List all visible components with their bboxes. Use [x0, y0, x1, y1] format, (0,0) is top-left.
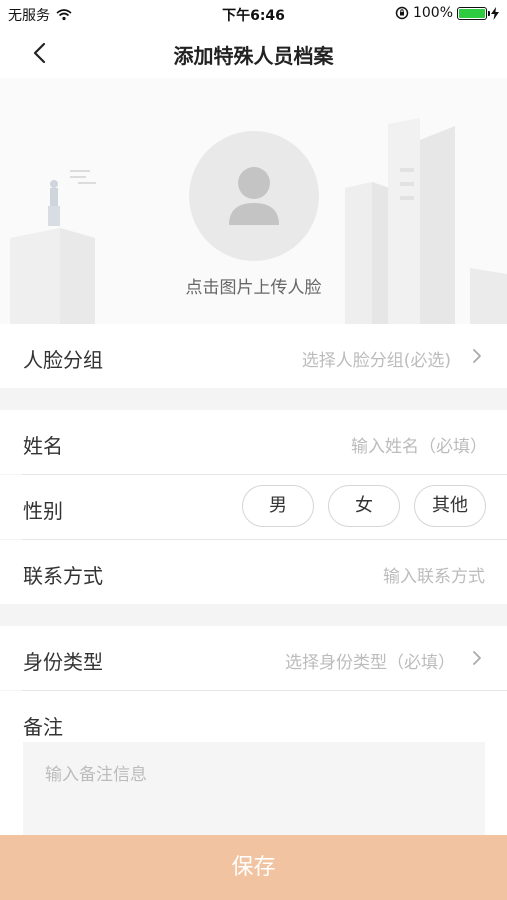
face-upload-area[interactable]: 点击图片上传人脸: [0, 78, 507, 324]
face-group-row[interactable]: 人脸分组 选择人脸分组(必选): [0, 324, 507, 388]
upload-face-hint: 点击图片上传人脸: [185, 278, 322, 298]
contact-input[interactable]: 输入联系方式: [383, 562, 485, 587]
face-avatar-button[interactable]: [189, 131, 319, 261]
page-title: 添加特殊人员档案: [173, 44, 334, 68]
id-type-placeholder: 选择身份类型（必填）: [285, 653, 455, 673]
id-type-label: 身份类型: [23, 650, 103, 674]
gender-option-female[interactable]: 女: [328, 485, 400, 527]
contact-label: 联系方式: [23, 564, 103, 588]
user-silhouette-icon: [229, 167, 279, 225]
gender-label: 性别: [23, 499, 63, 523]
gender-row: 性别 男 女 其他: [0, 475, 507, 539]
contact-row[interactable]: 联系方式 输入联系方式: [0, 540, 507, 604]
battery-icon: [457, 6, 490, 20]
face-group-placeholder: 选择人脸分组(必选): [301, 351, 451, 371]
chevron-right-icon: [473, 349, 481, 363]
remark-label: 备注: [23, 715, 63, 739]
nav-bar: 添加特殊人员档案: [0, 28, 507, 78]
chevron-right-icon: [473, 651, 481, 665]
name-row[interactable]: 姓名 输入姓名（必填）: [0, 410, 507, 474]
face-group-label: 人脸分组: [23, 348, 103, 372]
gender-option-other[interactable]: 其他: [414, 485, 486, 527]
name-label: 姓名: [23, 434, 63, 458]
status-bar: 无服务 下午6:46 100%: [0, 0, 507, 28]
battery-percent: 100%: [412, 5, 453, 21]
remark-textarea[interactable]: 输入备注信息: [23, 742, 485, 842]
save-button[interactable]: 保存: [0, 835, 507, 900]
charging-icon: [491, 6, 499, 20]
status-right: 100%: [395, 5, 499, 21]
id-type-row[interactable]: 身份类型 选择身份类型（必填）: [0, 626, 507, 690]
name-input[interactable]: 输入姓名（必填）: [351, 432, 487, 457]
orientation-lock-icon: [395, 6, 409, 20]
gender-option-male[interactable]: 男: [242, 485, 314, 527]
